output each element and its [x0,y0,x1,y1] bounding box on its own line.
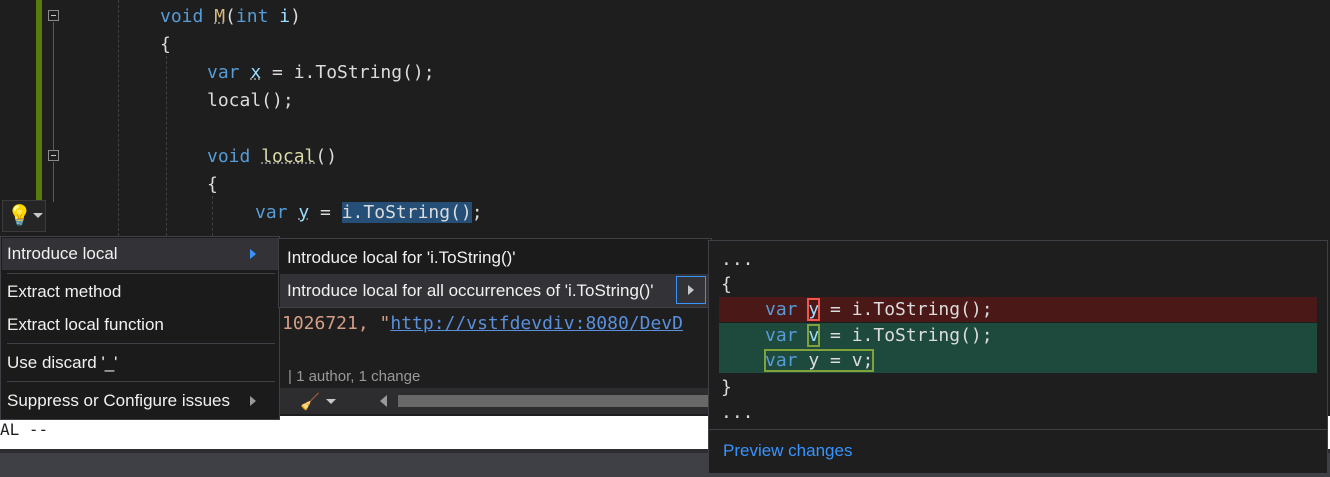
code-line-var-x[interactable]: var x = i.ToString(); [207,59,435,87]
menu-item-suppress-configure[interactable]: Suppress or Configure issues [2,385,278,417]
code-cleanup-brush-icon[interactable]: 🧹 [300,392,320,412]
submenu-item-introduce-local-all[interactable]: Introduce local for all occurrences of '… [280,274,710,307]
keyword: var [255,202,288,223]
expression: = i.ToString(); [261,62,435,83]
keyword: void [207,146,251,167]
code-line-brace[interactable]: { [207,171,218,199]
quick-actions-button[interactable]: 💡 [2,200,46,232]
code-line-var-y[interactable]: var y = i.ToString(); [255,199,483,227]
menu-item-label: Introduce local [7,244,118,263]
code-line-string[interactable]: 1026721, "http://vstfdevdiv:8080/DevD [282,310,683,338]
semicolon: ; [471,202,483,223]
preview-pane: ... { var y = i.ToString(); var v = i.To… [708,240,1328,474]
keyword: var [765,350,798,371]
expression: = i.ToString(); [819,299,993,320]
submenu-item-introduce-local-single[interactable]: Introduce local for 'i.ToString()' [280,241,710,274]
paren: () [315,146,338,167]
menu-item-label: Extract local function [7,315,164,334]
menu-item-label: Use discard '_' [7,353,118,372]
paren: ) [290,6,301,27]
submenu-arrow-icon [250,249,256,259]
menu-separator [7,273,275,274]
paren: ( [225,6,236,27]
code-line-brace[interactable]: { [160,31,171,59]
horizontal-scrollbar-thumb[interactable] [398,395,710,407]
string-literal: 1026721, " [282,313,391,334]
menu-item-extract-method[interactable]: Extract method [2,276,278,308]
fold-line [53,162,54,202]
param-type: int [235,6,269,27]
fold-line [53,22,54,150]
lightbulb-icon: 💡 [7,205,32,227]
submenu-arrow-icon [250,396,256,406]
menu-item-extract-local-function[interactable]: Extract local function [2,309,278,341]
menu-item-introduce-local[interactable]: Introduce local [2,238,278,270]
keyword: var [765,325,798,346]
preview-changes-link[interactable]: Preview changes [723,441,852,461]
menu-item-label: Suppress or Configure issues [7,391,231,410]
menu-separator [7,343,275,344]
preview-added-line: var v = i.ToString(); [765,323,993,348]
chevron-down-icon[interactable] [326,399,336,404]
change-indicator-bar [36,0,42,200]
quick-actions-menu: Introduce local Extract method Extract l… [0,236,280,420]
indent-guide [212,196,213,236]
indent-guide [118,0,119,236]
expression: y = v; [797,350,874,371]
expression: = i.ToString(); [819,325,993,346]
submenu-item-label: Introduce local for 'i.ToString()' [287,248,516,267]
param-name: i [279,6,291,27]
code-line-method-signature[interactable]: void M(int i) [160,3,301,31]
preview-removed-line: var y = i.ToString(); [765,297,993,322]
preview-expand-button[interactable] [676,276,706,304]
keyword: var [207,62,240,83]
indent-guide [166,56,167,236]
scroll-left-arrow-icon[interactable] [380,395,387,407]
introduce-local-submenu: Introduce local for 'i.ToString()' Intro… [278,238,712,308]
preview-separator [709,429,1327,430]
added-variable-name: v [807,324,821,347]
editor-bottom-bar: 🧹 [280,388,710,414]
chevron-down-icon [33,213,43,218]
submenu-item-label: Introduce local for all occurrences of '… [287,281,654,300]
collapse-toggle-local[interactable] [48,150,59,161]
code-line-local-call[interactable]: local(); [207,87,294,115]
variable-name: x [250,62,262,83]
menu-item-use-discard[interactable]: Use discard '_' [2,347,278,379]
menu-item-label: Extract method [7,282,122,301]
method-name: M [214,6,226,27]
menu-separator [7,381,275,382]
chevron-right-icon [688,285,694,295]
selected-expression[interactable]: i.ToString() [341,202,472,223]
removed-variable-name: y [807,298,821,321]
preview-open-brace: { [721,274,732,295]
preview-ellipsis: ... [721,402,754,423]
codelens-author-info[interactable]: | 1 author, 1 change [288,368,420,385]
keyword: var [765,299,798,320]
url-link[interactable]: http://vstfdevdiv:8080/DevD [390,313,683,334]
output-text: AL -- [0,420,49,439]
preview-ellipsis: ... [721,249,754,270]
collapse-toggle-method[interactable] [48,10,59,21]
function-name: local [261,146,316,167]
preview-close-brace: } [721,377,732,398]
variable-name: y [298,202,310,223]
code-line-local-function[interactable]: void local() [207,143,337,171]
keyword: void [160,6,204,27]
preview-added-line: var y = v; [763,348,875,373]
operator: = [309,202,342,223]
